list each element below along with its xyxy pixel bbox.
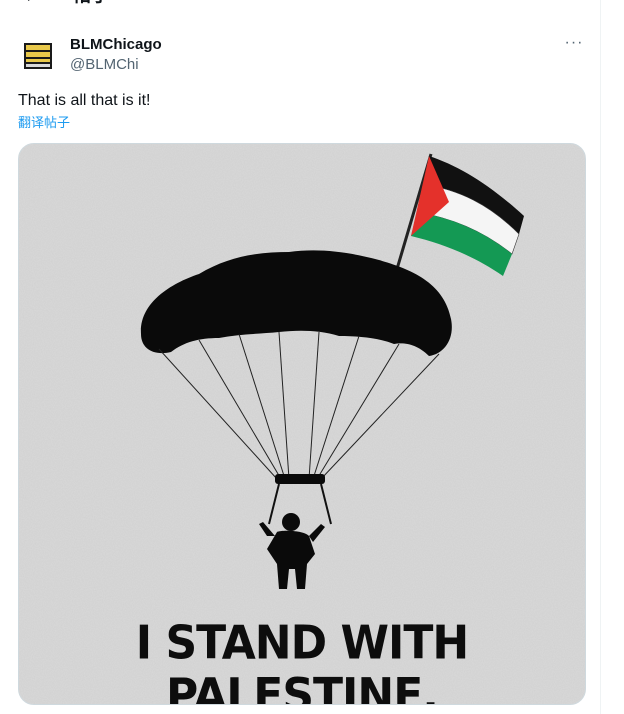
author-name[interactable]: BLMChicago bbox=[70, 36, 162, 54]
avatar[interactable] bbox=[18, 36, 58, 76]
parachute-harness bbox=[275, 474, 325, 484]
back-arrow-icon[interactable]: ← bbox=[22, 0, 42, 6]
timeline-column-border bbox=[600, 0, 601, 714]
image-caption: I STAND WITH PALESTINE. bbox=[135, 616, 469, 705]
translate-post-link[interactable]: 翻译帖子 bbox=[18, 115, 70, 131]
tweet-text: That is all that is it! bbox=[18, 92, 151, 109]
page-title: 帖子 bbox=[72, 0, 110, 6]
avatar-logo-icon bbox=[18, 36, 58, 76]
author-handle[interactable]: @BLMChi bbox=[70, 56, 139, 74]
top-header: ← 帖子 bbox=[0, 0, 600, 10]
tweet-image[interactable]: I STAND WITH PALESTINE. bbox=[18, 143, 586, 705]
more-icon[interactable]: ··· bbox=[560, 34, 588, 54]
